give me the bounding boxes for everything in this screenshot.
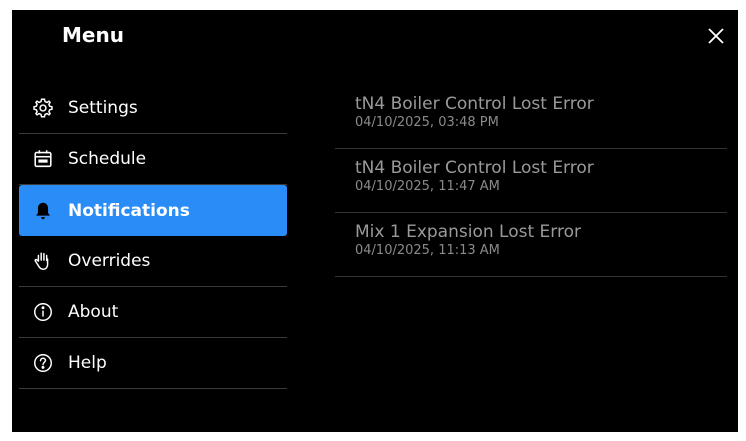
hand-icon — [32, 250, 54, 272]
notification-item[interactable]: tN4 Boiler Control Lost Error 04/10/2025… — [335, 85, 727, 149]
sidebar-item-help[interactable]: Help — [19, 338, 287, 389]
sidebar-item-schedule[interactable]: Schedule — [19, 134, 287, 185]
sidebar-item-overrides[interactable]: Overrides — [19, 236, 287, 287]
sidebar-item-label: About — [68, 302, 119, 322]
notification-item[interactable]: tN4 Boiler Control Lost Error 04/10/2025… — [335, 149, 727, 213]
notification-title: tN4 Boiler Control Lost Error — [355, 158, 594, 178]
help-icon — [32, 352, 54, 374]
notification-title: tN4 Boiler Control Lost Error — [355, 94, 594, 114]
sidebar-item-notifications[interactable]: Notifications — [19, 185, 287, 236]
close-icon[interactable] — [706, 26, 726, 46]
sidebar-item-label: Overrides — [68, 251, 151, 271]
sidebar-item-label: Help — [68, 353, 107, 373]
bell-icon — [32, 200, 54, 222]
sidebar-item-label: Settings — [68, 98, 138, 118]
notification-list: tN4 Boiler Control Lost Error 04/10/2025… — [335, 85, 727, 277]
sidebar-nav: Settings Schedule Notifications Override… — [19, 83, 287, 389]
sidebar-item-settings[interactable]: Settings — [19, 83, 287, 134]
sidebar-item-about[interactable]: About — [19, 287, 287, 338]
menu-screen: Menu Settings Schedule Notifications Ove… — [12, 10, 738, 432]
notification-time: 04/10/2025, 03:48 PM — [355, 115, 499, 130]
notification-item[interactable]: Mix 1 Expansion Lost Error 04/10/2025, 1… — [335, 213, 727, 277]
notification-time: 04/10/2025, 11:13 AM — [355, 243, 500, 258]
calendar-icon — [32, 148, 54, 170]
menu-title: Menu — [62, 23, 124, 47]
sidebar-item-label: Notifications — [68, 200, 190, 221]
gear-icon — [32, 97, 54, 119]
notification-title: Mix 1 Expansion Lost Error — [355, 222, 581, 242]
notification-time: 04/10/2025, 11:47 AM — [355, 179, 500, 194]
info-icon — [32, 301, 54, 323]
sidebar-item-label: Schedule — [68, 149, 147, 169]
